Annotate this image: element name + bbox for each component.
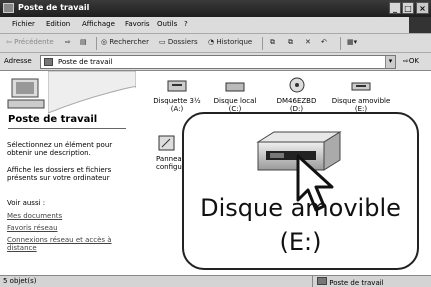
divider — [312, 276, 313, 287]
forward-button[interactable]: ⇨ — [65, 38, 71, 46]
control-panel-icon — [158, 135, 175, 151]
drive-removable[interactable]: Disque amovible (E:) — [331, 77, 391, 113]
description-text: Sélectionnez un élément pour obtenir une… — [7, 141, 113, 157]
divider — [340, 37, 341, 50]
menu-help[interactable]: ? — [184, 20, 188, 28]
zoom-callout: Disque amovible (E:) — [182, 112, 419, 270]
menu-bar: Fichier Edition Affichage Favoris Outils… — [0, 17, 431, 34]
computer-icon — [44, 58, 53, 66]
toolbar: ⇦ Précédente ⇨ ▤ ◎ Rechercher ▭ Dossiers… — [0, 34, 431, 53]
divider — [8, 128, 126, 129]
delete-icon[interactable]: ✕ — [305, 38, 311, 46]
see-also-label: Voir aussi : — [7, 199, 46, 207]
menu-outils[interactable]: Outils — [157, 20, 177, 28]
divider — [262, 37, 263, 50]
hint-text: Affiche les dossiers et fichiers présent… — [7, 166, 112, 182]
status-bar: 5 objet(s) Poste de travail — [0, 275, 431, 287]
folders-icon: ▭ — [159, 38, 166, 46]
status-count: 5 objet(s) — [3, 277, 37, 285]
folders-button[interactable]: ▭ Dossiers — [159, 38, 198, 46]
left-pane: Poste de travail Sélectionnez un élément… — [0, 71, 136, 275]
menu-fichier[interactable]: Fichier — [12, 20, 35, 28]
close-button[interactable]: × — [416, 2, 429, 14]
computer-icon — [317, 277, 327, 285]
go-button[interactable]: ⇨OK — [403, 57, 419, 65]
popup-label-letter: (E:) — [279, 228, 322, 256]
window-title: Poste de travail — [18, 3, 90, 12]
address-label: Adresse — [4, 57, 32, 65]
menu-affichage[interactable]: Affichage — [82, 20, 115, 28]
copy-to-icon[interactable]: ⧉ — [288, 38, 293, 47]
chevron-down-icon[interactable]: ▾ — [385, 56, 395, 68]
move-to-icon[interactable]: ⧉ — [270, 38, 275, 47]
up-folder-icon[interactable]: ▤ — [80, 38, 87, 46]
title-bar: Poste de travail _ □ × — [0, 0, 431, 17]
back-arrow-icon: ⇦ — [6, 38, 12, 46]
drive-floppy[interactable]: Disquette 3½ (A:) — [153, 77, 201, 113]
undo-icon[interactable]: ↶ — [321, 38, 327, 46]
floppy-drive-icon — [167, 80, 187, 92]
drive-local[interactable]: Disque local (C:) — [209, 77, 261, 113]
search-button[interactable]: ◎ Rechercher — [101, 38, 149, 46]
computer-icon — [3, 3, 14, 13]
removable-drive-icon — [351, 82, 371, 91]
status-location: Poste de travail — [317, 277, 384, 287]
cd-drive-icon — [289, 77, 304, 93]
views-icon[interactable]: ▦▾ — [347, 38, 357, 46]
menu-favoris[interactable]: Favoris — [125, 20, 150, 28]
back-button[interactable]: ⇦ Précédente — [6, 38, 54, 46]
windows-logo-icon — [409, 17, 431, 33]
history-button[interactable]: ◔ Historique — [208, 38, 252, 46]
maximize-button[interactable]: □ — [402, 2, 414, 14]
search-icon: ◎ — [101, 38, 108, 46]
minimize-button[interactable]: _ — [389, 2, 401, 14]
computer-large-icon — [7, 78, 45, 109]
link-network-connections[interactable]: Connexions réseau et accès à distance — [7, 236, 125, 252]
drive-cd[interactable]: DM46EZBD (D:) — [269, 77, 324, 113]
link-network-places[interactable]: Favoris réseau — [7, 224, 58, 232]
hard-drive-icon — [225, 82, 245, 92]
address-bar: Adresse Poste de travail ▾ ⇨OK — [0, 53, 431, 71]
popup-label-name: Disque amovible — [200, 194, 401, 222]
menu-edition[interactable]: Edition — [46, 20, 70, 28]
pane-title: Poste de travail — [8, 114, 98, 125]
link-my-documents[interactable]: Mes documents — [7, 212, 62, 220]
history-icon: ◔ — [208, 38, 215, 46]
divider — [96, 37, 97, 50]
address-input[interactable]: Poste de travail ▾ — [40, 55, 396, 69]
